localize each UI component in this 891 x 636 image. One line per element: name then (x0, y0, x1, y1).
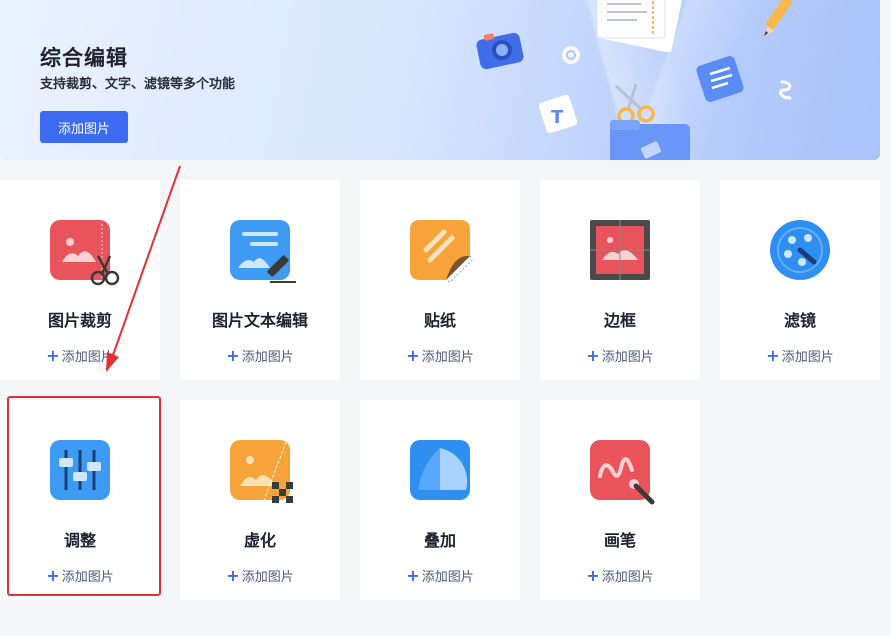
sticker-icon (410, 220, 474, 284)
plus-icon: + (46, 566, 60, 585)
plus-icon: + (226, 346, 240, 365)
add-image-button[interactable]: 添加图片 (40, 111, 128, 143)
card-filter[interactable]: 滤镜 + 添加图片 (720, 180, 880, 380)
plus-icon: + (586, 566, 600, 585)
card-add-link[interactable]: + 添加图片 (540, 346, 700, 365)
card-add-label: 添加图片 (421, 570, 474, 585)
banner-title: 综合编辑 (40, 46, 128, 70)
pencil-icon (764, 0, 793, 36)
plus-icon: + (586, 346, 600, 365)
card-add-link[interactable]: + 添加图片 (0, 566, 160, 585)
card-title: 贴纸 (423, 311, 456, 330)
card-add-label: 添加图片 (61, 570, 114, 585)
folder-icon (610, 120, 690, 160)
camera-icon (476, 32, 524, 70)
card-title: 调整 (63, 531, 96, 550)
card-add-label: 添加图片 (601, 570, 654, 585)
card-frame[interactable]: 边框 + 添加图片 (540, 180, 700, 380)
card-title: 叠加 (423, 531, 456, 550)
card-add-link[interactable]: + 添加图片 (360, 346, 520, 365)
plus-icon: + (46, 346, 60, 365)
card-add-link[interactable]: + 添加图片 (0, 346, 160, 365)
card-text-edit[interactable]: 图片文本编辑 + 添加图片 (180, 180, 340, 380)
plus-icon: + (406, 346, 420, 365)
card-brush[interactable]: 画笔 + 添加图片 (540, 400, 700, 600)
card-add-label: 添加图片 (61, 350, 114, 365)
swirl-icon (779, 80, 792, 100)
card-title: 图片文本编辑 (211, 311, 308, 330)
svg-text:T: T (551, 107, 564, 128)
card-add-link[interactable]: + 添加图片 (720, 346, 880, 365)
card-add-link[interactable]: + 添加图片 (360, 566, 520, 585)
card-add-label: 添加图片 (241, 570, 294, 585)
crop-image-icon (50, 220, 120, 286)
card-add-label: 添加图片 (781, 350, 834, 365)
card-adjust[interactable]: 调整 + 添加图片 (0, 400, 160, 600)
card-add-label: 添加图片 (421, 350, 474, 365)
adjust-sliders-icon (50, 440, 114, 504)
card-add-link[interactable]: + 添加图片 (180, 566, 340, 585)
card-title: 画笔 (603, 531, 636, 550)
banner-subtitle: 支持裁剪、文字、滤镜等多个功能 (40, 77, 236, 92)
blur-icon (230, 440, 294, 504)
plus-icon: + (766, 346, 780, 365)
plus-icon: + (406, 566, 420, 585)
card-sticker[interactable]: 贴纸 + 添加图片 (360, 180, 520, 380)
text-edit-icon (230, 220, 296, 284)
text-tag-icon: T (538, 94, 578, 134)
card-add-link[interactable]: + 添加图片 (540, 566, 700, 585)
card-title: 虚化 (243, 531, 276, 550)
brush-icon (590, 440, 655, 505)
filter-icon (770, 220, 834, 284)
plus-icon: + (226, 566, 240, 585)
overlay-icon (410, 440, 474, 504)
frame-icon (590, 220, 654, 284)
document-icon (597, 0, 682, 52)
scroll-note-icon (696, 56, 744, 102)
card-title: 图片裁剪 (47, 311, 112, 330)
card-add-label: 添加图片 (241, 350, 294, 365)
card-overlay[interactable]: 叠加 + 添加图片 (360, 400, 520, 600)
card-add-link[interactable]: + 添加图片 (180, 346, 340, 365)
card-blur[interactable]: 虚化 + 添加图片 (180, 400, 340, 600)
card-title: 边框 (603, 311, 636, 330)
banner: 综合编辑 支持裁剪、文字、滤镜等多个功能 添加图片 T (0, 0, 880, 160)
card-title: 滤镜 (783, 311, 816, 330)
card-crop[interactable]: 图片裁剪 + 添加图片 (0, 180, 160, 380)
chat-bubble-icon (562, 46, 580, 64)
card-add-label: 添加图片 (601, 350, 654, 365)
